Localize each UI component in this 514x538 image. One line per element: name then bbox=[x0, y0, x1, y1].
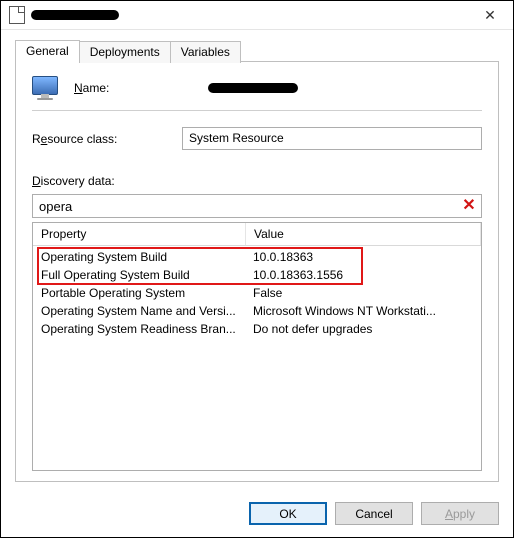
cell-value: Do not defer upgrades bbox=[245, 321, 481, 337]
grid-body: Operating System Build 10.0.18363 Full O… bbox=[33, 246, 481, 344]
cell-property: Operating System Build bbox=[33, 249, 245, 265]
apply-button: ApplyApply bbox=[421, 502, 499, 525]
close-icon: ✕ bbox=[484, 7, 496, 24]
resource-class-label: Resource class: bbox=[32, 132, 182, 146]
cancel-button[interactable]: Cancel bbox=[335, 502, 413, 525]
name-value-redacted bbox=[208, 83, 298, 93]
cell-property: Operating System Readiness Bran... bbox=[33, 321, 245, 337]
button-bar: OK Cancel ApplyApply bbox=[1, 494, 513, 537]
table-row[interactable]: Portable Operating System False bbox=[33, 284, 481, 302]
cell-value: 10.0.18363.1556 bbox=[245, 267, 481, 283]
table-row[interactable]: Operating System Build 10.0.18363 bbox=[33, 248, 481, 266]
cell-property: Full Operating System Build bbox=[33, 267, 245, 283]
filter-row: ✕ bbox=[32, 194, 482, 218]
computer-icon bbox=[32, 76, 60, 100]
tab-variables[interactable]: Variables bbox=[170, 41, 241, 63]
tab-page-general: NName:ame: Resource class: System Resour… bbox=[15, 62, 499, 482]
discovery-data-label: Discovery data: Discovery data: bbox=[32, 174, 482, 188]
column-header-property[interactable]: Property bbox=[33, 223, 246, 245]
name-row: NName:ame: bbox=[32, 76, 482, 100]
table-row[interactable]: Full Operating System Build 10.0.18363.1… bbox=[33, 266, 481, 284]
table-row[interactable]: Operating System Readiness Bran... Do no… bbox=[33, 320, 481, 338]
separator bbox=[32, 110, 482, 111]
document-icon bbox=[9, 6, 25, 24]
ok-button[interactable]: OK bbox=[249, 502, 327, 525]
cell-property: Portable Operating System bbox=[33, 285, 245, 301]
resource-class-value: System Resource bbox=[182, 127, 482, 150]
grid-header: Property Value bbox=[33, 223, 481, 246]
tab-general[interactable]: General bbox=[15, 40, 80, 62]
cell-value: Microsoft Windows NT Workstati... bbox=[245, 303, 481, 319]
cell-value: 10.0.18363 bbox=[245, 249, 481, 265]
properties-dialog: ✕ General Deployments Variables NName:am… bbox=[0, 0, 514, 538]
cell-property: Operating System Name and Versi... bbox=[33, 303, 245, 319]
discovery-grid: Property Value Operating System Build 10… bbox=[32, 222, 482, 471]
name-value bbox=[148, 83, 482, 93]
dialog-body: General Deployments Variables NName:ame:… bbox=[1, 30, 513, 494]
title-left bbox=[9, 6, 119, 24]
filter-input[interactable] bbox=[32, 194, 482, 218]
clear-filter-icon[interactable]: ✕ bbox=[460, 197, 478, 215]
title-text-redacted bbox=[31, 10, 119, 20]
name-label: NName:ame: bbox=[74, 81, 134, 95]
tab-deployments[interactable]: Deployments bbox=[79, 41, 171, 63]
close-button[interactable]: ✕ bbox=[473, 4, 507, 26]
column-header-value[interactable]: Value bbox=[246, 223, 481, 245]
cell-value: False bbox=[245, 285, 481, 301]
title-bar: ✕ bbox=[1, 1, 513, 30]
tab-strip: General Deployments Variables bbox=[15, 40, 499, 62]
table-row[interactable]: Operating System Name and Versi... Micro… bbox=[33, 302, 481, 320]
resource-class-row: Resource class: System Resource bbox=[32, 127, 482, 150]
